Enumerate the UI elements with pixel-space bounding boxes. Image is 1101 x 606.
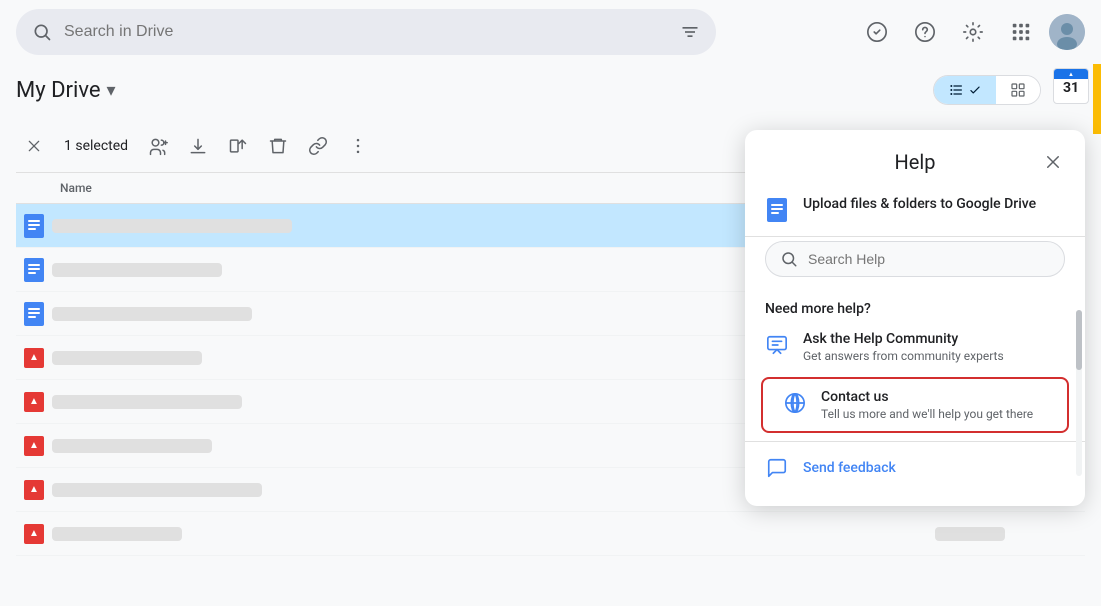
file-type-icon: ▲	[16, 480, 52, 500]
feedback-button[interactable]	[857, 12, 897, 52]
need-more-label: Need more help?	[745, 289, 1085, 321]
help-scrollbar-thumb	[1076, 310, 1082, 370]
search-input[interactable]	[64, 23, 668, 41]
drive-header: My Drive ▾	[16, 64, 1085, 120]
file-name	[52, 307, 252, 321]
search-bar[interactable]	[16, 9, 716, 55]
avatar[interactable]	[1049, 14, 1085, 50]
help-scrollbar[interactable]	[1076, 310, 1082, 476]
top-right-icons	[857, 12, 1085, 52]
help-search[interactable]	[765, 241, 1065, 277]
community-icon	[765, 333, 789, 357]
file-name	[52, 219, 292, 233]
link-button[interactable]	[300, 128, 336, 164]
gcal-header: ▲	[1054, 69, 1088, 79]
delete-button[interactable]	[260, 128, 296, 164]
top-bar	[0, 0, 1101, 64]
file-type-icon	[16, 302, 52, 326]
help-community-desc: Get answers from community experts	[803, 349, 1004, 363]
doc-icon	[765, 198, 789, 222]
file-type-icon: ▲	[16, 524, 52, 544]
help-contact-item[interactable]: Contact us Tell us more and we'll help y…	[761, 377, 1069, 433]
help-divider	[745, 236, 1085, 237]
owner-col	[935, 527, 1085, 541]
search-icon	[32, 22, 52, 42]
help-featured-item[interactable]: Upload files & folders to Google Drive	[745, 186, 1085, 232]
deselect-button[interactable]	[16, 128, 52, 164]
file-type-icon	[16, 214, 52, 238]
help-title: Help	[895, 150, 936, 174]
list-view-button[interactable]	[934, 76, 996, 104]
apps-button[interactable]	[1001, 12, 1041, 52]
chevron-down-icon: ▾	[107, 80, 116, 101]
grid-view-button[interactable]	[996, 76, 1040, 104]
my-drive-title[interactable]: My Drive ▾	[16, 78, 116, 103]
help-contact-title: Contact us	[821, 389, 1033, 405]
help-featured-title: Upload files & folders to Google Drive	[803, 196, 1036, 212]
filter-icon[interactable]	[680, 22, 700, 42]
help-featured-text: Upload files & folders to Google Drive	[803, 196, 1036, 212]
feedback-icon	[765, 456, 789, 480]
file-name	[52, 439, 212, 453]
settings-button[interactable]	[953, 12, 993, 52]
my-drive-label: My Drive	[16, 78, 101, 103]
yellow-pin	[1093, 64, 1101, 134]
help-community-item[interactable]: Ask the Help Community Get answers from …	[745, 321, 1085, 373]
send-feedback-label: Send feedback	[803, 460, 896, 476]
globe-icon	[783, 391, 807, 415]
file-name	[52, 395, 242, 409]
send-feedback-button[interactable]: Send feedback	[745, 446, 1085, 490]
file-name	[52, 351, 202, 365]
file-type-icon	[16, 258, 52, 282]
file-type-icon: ▲	[16, 392, 52, 412]
selected-count: 1 selected	[64, 138, 128, 154]
help-community-text: Ask the Help Community Get answers from …	[803, 331, 1004, 363]
help-contact-inner: Contact us Tell us more and we'll help y…	[763, 379, 1067, 431]
help-divider-2	[745, 441, 1085, 442]
help-contact-text: Contact us Tell us more and we'll help y…	[821, 389, 1033, 421]
table-row[interactable]: ▲	[16, 512, 1085, 556]
help-community-title: Ask the Help Community	[803, 331, 1004, 347]
owner-name	[935, 527, 1005, 541]
search-icon	[780, 250, 798, 268]
help-header: Help	[745, 130, 1085, 186]
help-contact-desc: Tell us more and we'll help you get ther…	[821, 407, 1033, 421]
help-close-button[interactable]	[1037, 146, 1069, 178]
gcal-icon[interactable]: ▲ 31	[1053, 68, 1089, 104]
help-button[interactable]	[905, 12, 945, 52]
file-type-icon: ▲	[16, 436, 52, 456]
more-button[interactable]	[340, 128, 376, 164]
file-name	[52, 263, 222, 277]
gcal-date: 31	[1063, 81, 1079, 95]
file-type-icon: ▲	[16, 348, 52, 368]
move-button[interactable]	[220, 128, 256, 164]
list-grid-toggle	[933, 75, 1041, 105]
help-panel: Help Upload files & folders to Google Dr…	[745, 130, 1085, 506]
file-name	[52, 483, 262, 497]
help-search-input[interactable]	[808, 251, 1050, 267]
download-button[interactable]	[180, 128, 216, 164]
file-name-col	[52, 527, 935, 541]
add-person-button[interactable]	[140, 128, 176, 164]
file-name	[52, 527, 182, 541]
